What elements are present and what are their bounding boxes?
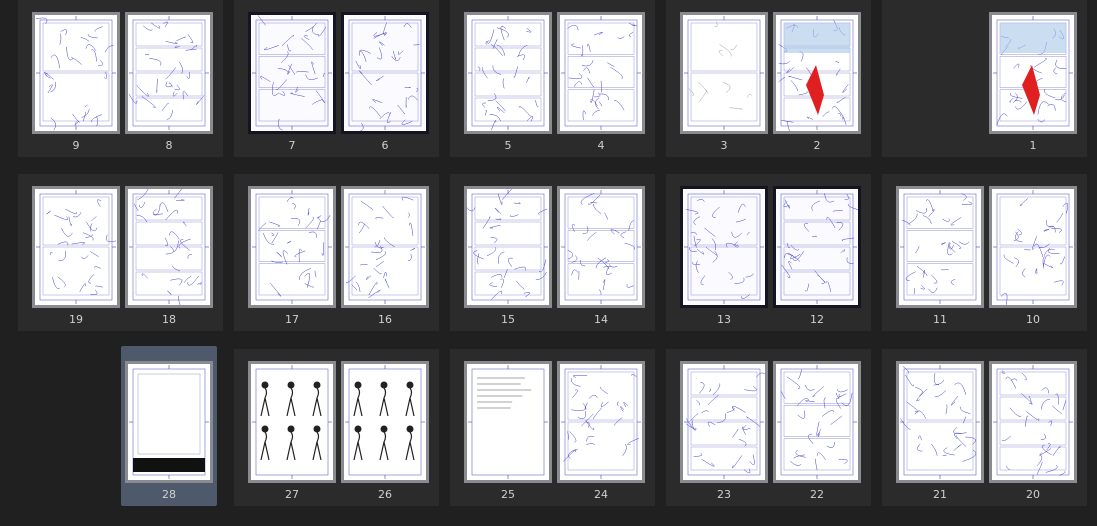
page-number-label: 9 [72, 139, 80, 152]
page-sketch-image [251, 15, 333, 131]
page-sketch-image [467, 364, 549, 480]
page-thumbnail[interactable] [341, 361, 429, 483]
page-sketch-image [683, 15, 765, 131]
page-number-label: 12 [810, 313, 824, 326]
page-number-label: 20 [1026, 488, 1040, 501]
page-thumbnail[interactable] [680, 186, 768, 308]
page-number-label: 2 [813, 139, 821, 152]
page-sketch-image [776, 15, 858, 131]
page-number-label: 10 [1026, 313, 1040, 326]
page-sketch-image [344, 364, 426, 480]
page-thumbnail[interactable] [680, 361, 768, 483]
page-thumbnail[interactable] [32, 186, 120, 308]
page-number-label: 19 [69, 313, 83, 326]
page-number-label: 5 [504, 139, 512, 152]
page-sketch-image [560, 189, 642, 305]
page-thumbnail[interactable] [248, 186, 336, 308]
page-thumbnail[interactable] [557, 186, 645, 308]
page-thumbnail[interactable] [125, 361, 213, 483]
page-number-label: 26 [378, 488, 392, 501]
page-thumbnail[interactable] [989, 361, 1077, 483]
page-thumbnail[interactable] [896, 186, 984, 308]
page-thumbnail[interactable] [32, 12, 120, 134]
page-thumbnail[interactable] [248, 361, 336, 483]
page-sketch-image [344, 15, 426, 131]
page-sketch-image [560, 15, 642, 131]
page-thumbnail[interactable] [557, 12, 645, 134]
page-number-label: 1 [1029, 139, 1037, 152]
page-number-label: 27 [285, 488, 299, 501]
page-thumbnail[interactable] [248, 12, 336, 134]
page-thumbnail[interactable] [896, 361, 984, 483]
page-thumbnail[interactable] [125, 12, 213, 134]
page-sketch-image [251, 189, 333, 305]
page-sketch-image [683, 189, 765, 305]
page-thumbnail[interactable] [341, 12, 429, 134]
page-sketch-image [899, 364, 981, 480]
page-number-label: 24 [594, 488, 608, 501]
page-sketch-image [776, 189, 858, 305]
page-sketch-image [35, 189, 117, 305]
page-sketch-image [128, 15, 210, 131]
page-sketch-image [992, 364, 1074, 480]
page-sketch-image [899, 189, 981, 305]
page-thumbnail[interactable] [464, 361, 552, 483]
page-sketch-image [683, 364, 765, 480]
page-thumbnail[interactable] [989, 12, 1077, 134]
page-number-label: 18 [162, 313, 176, 326]
page-sketch-image [992, 189, 1074, 305]
page-thumbnail[interactable] [464, 12, 552, 134]
page-number-label: 28 [162, 488, 176, 501]
page-sketch-image [560, 364, 642, 480]
page-number-label: 22 [810, 488, 824, 501]
page-thumbnail[interactable] [125, 186, 213, 308]
page-sketch-image [128, 189, 210, 305]
page-thumbnail[interactable] [464, 186, 552, 308]
page-number-label: 14 [594, 313, 608, 326]
page-number-label: 25 [501, 488, 515, 501]
page-sketch-image [251, 364, 333, 480]
page-thumbnail[interactable] [773, 361, 861, 483]
page-number-label: 6 [381, 139, 389, 152]
page-number-label: 7 [288, 139, 296, 152]
page-number-label: 11 [933, 313, 947, 326]
page-thumbnail[interactable] [341, 186, 429, 308]
page-sketch-image [35, 15, 117, 131]
page-sketch-image [344, 189, 426, 305]
page-thumbnail[interactable] [773, 12, 861, 134]
page-number-label: 15 [501, 313, 515, 326]
page-number-label: 13 [717, 313, 731, 326]
page-number-label: 23 [717, 488, 731, 501]
page-number-label: 16 [378, 313, 392, 326]
page-number-label: 3 [720, 139, 728, 152]
page-sketch-image [467, 189, 549, 305]
page-number-label: 8 [165, 139, 173, 152]
page-sketch-image [776, 364, 858, 480]
page-sketch-image [128, 364, 210, 480]
page-thumbnail[interactable] [989, 186, 1077, 308]
page-thumbnail[interactable] [773, 186, 861, 308]
page-sketch-image [467, 15, 549, 131]
page-number-label: 21 [933, 488, 947, 501]
page-thumbnail[interactable] [680, 12, 768, 134]
page-sketch-image [992, 15, 1074, 131]
page-number-label: 4 [597, 139, 605, 152]
page-number-label: 17 [285, 313, 299, 326]
page-thumbnail[interactable] [557, 361, 645, 483]
